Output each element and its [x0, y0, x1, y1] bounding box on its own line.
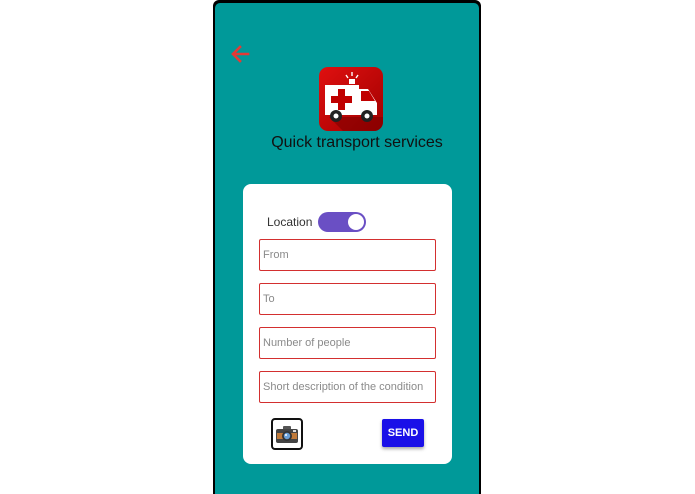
camera-icon — [276, 426, 298, 443]
camera-button[interactable] — [271, 418, 303, 450]
number-of-people-input[interactable] — [259, 327, 436, 359]
from-input[interactable] — [259, 239, 436, 271]
back-button[interactable] — [230, 44, 250, 64]
condition-description-input[interactable] — [259, 371, 436, 403]
location-toggle[interactable] — [318, 212, 366, 232]
arrow-left-icon — [231, 45, 250, 63]
to-input[interactable] — [259, 283, 436, 315]
ambulance-icon — [319, 67, 383, 131]
page-title: Quick transport services — [271, 134, 443, 151]
send-button[interactable]: SEND — [382, 419, 424, 447]
toggle-knob — [348, 214, 364, 230]
location-label: Location — [267, 215, 313, 229]
